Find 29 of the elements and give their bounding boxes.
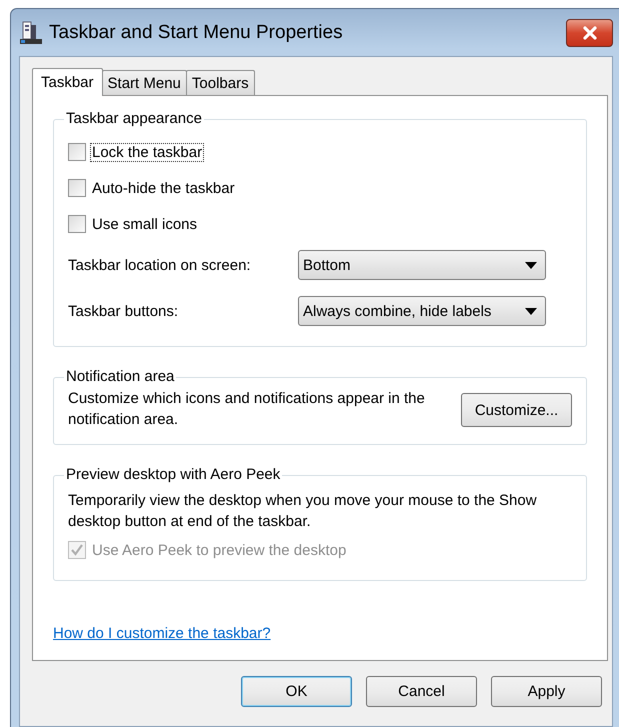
- customize-button[interactable]: Customize...: [461, 393, 572, 427]
- dropdown[interactable]: Always combine, hide labels: [298, 296, 546, 326]
- dropdown-arrow-icon: [525, 262, 537, 268]
- tab[interactable]: Start Menu: [102, 70, 187, 95]
- tab[interactable]: Taskbar: [32, 68, 103, 96]
- checkbox-label: Lock the taskbar: [90, 142, 204, 162]
- dialog-button[interactable]: OK: [241, 676, 352, 707]
- dialog-button[interactable]: Cancel: [366, 676, 477, 707]
- dropdown-arrow-icon: [525, 308, 537, 314]
- group-title: Preview desktop with Aero Peek: [64, 466, 282, 484]
- checkbox-label: Use small icons: [91, 214, 198, 234]
- description-text: Customize which icons and notifications appear in the notification area.: [68, 389, 426, 430]
- help-link[interactable]: How do I customize the taskbar?: [53, 625, 271, 642]
- close-button[interactable]: [566, 18, 613, 46]
- dropdown[interactable]: Bottom: [298, 250, 546, 280]
- field-label: Taskbar buttons:: [68, 302, 178, 320]
- checkbox-label: Auto-hide the taskbar: [91, 178, 236, 198]
- group-title: Taskbar appearance: [64, 110, 204, 128]
- tab[interactable]: Toolbars: [186, 70, 255, 95]
- window-title: Taskbar and Start Menu Properties: [49, 22, 344, 44]
- taskbar-properties-icon: [19, 20, 43, 44]
- description-text: Temporarily view the desktop when you move your mouse to the Show desktop button at end of the taskbar.: [68, 491, 538, 532]
- close-icon: [582, 26, 598, 40]
- checkbox[interactable]: [68, 143, 86, 161]
- checkbox[interactable]: [68, 215, 86, 233]
- dialog-button[interactable]: Apply: [491, 676, 602, 707]
- field-label: Taskbar location on screen:: [68, 256, 251, 274]
- checkbox[interactable]: [68, 179, 86, 197]
- checkbox-label: Use Aero Peek to preview the desktop: [91, 540, 348, 560]
